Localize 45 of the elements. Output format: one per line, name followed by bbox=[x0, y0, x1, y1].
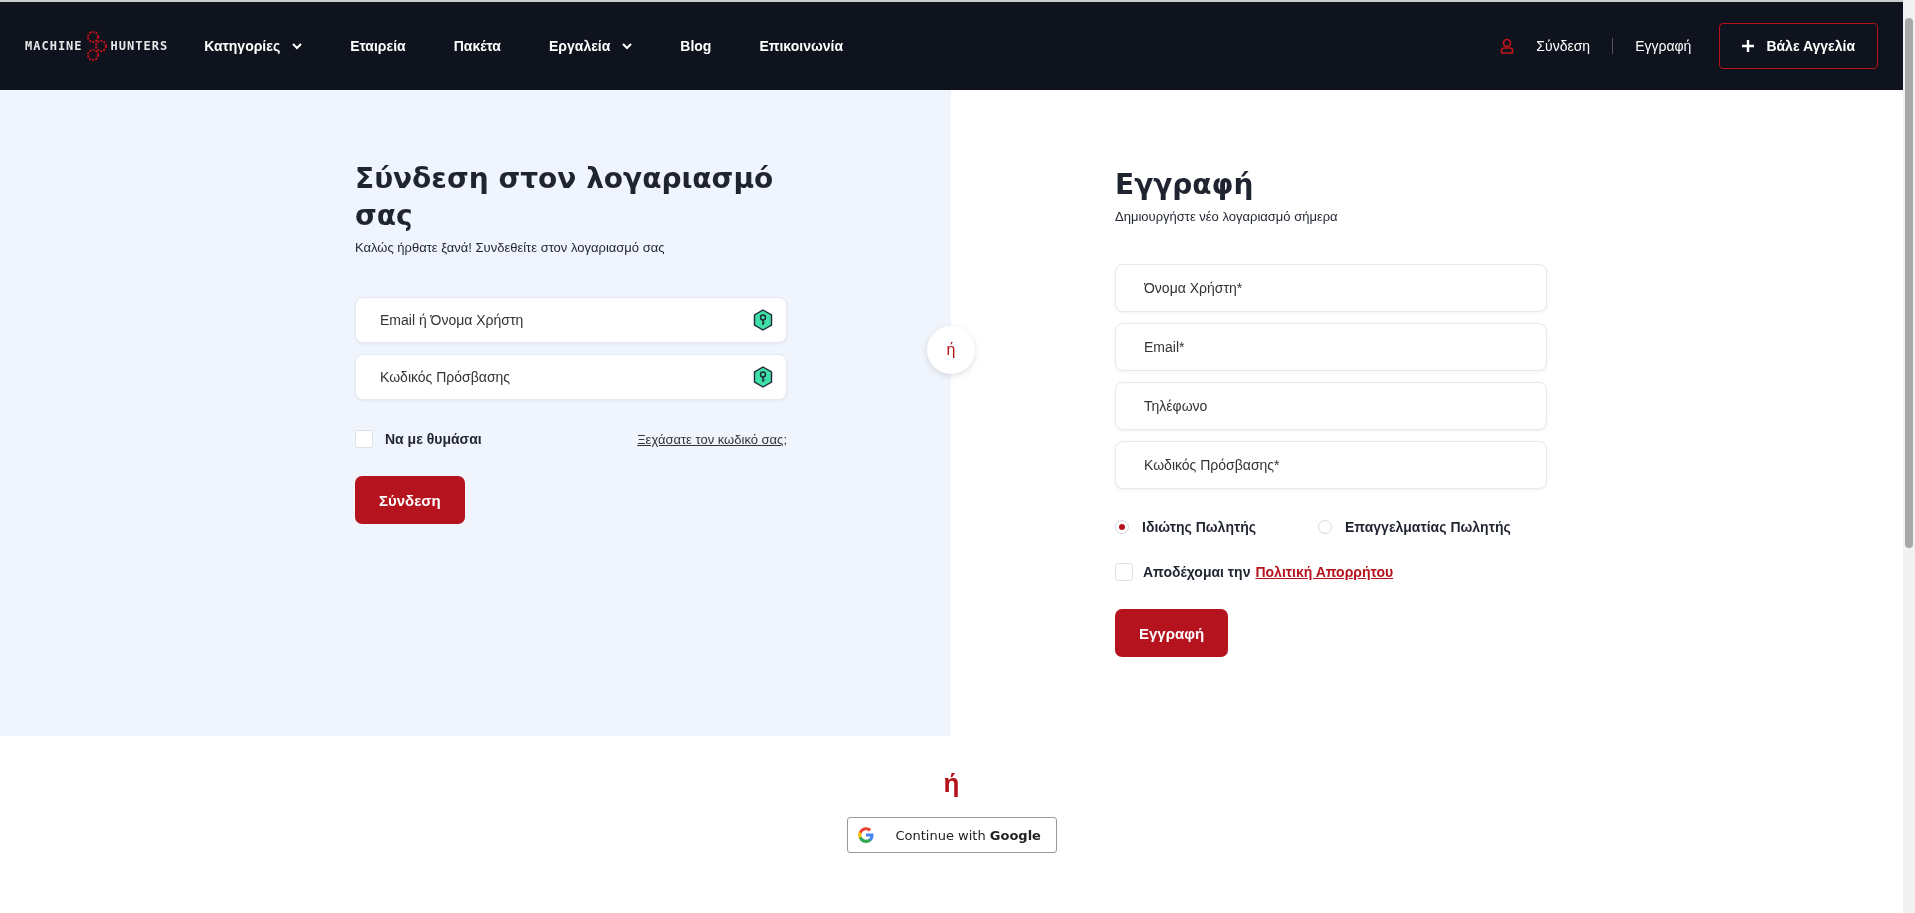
login-button[interactable]: Σύνδεση bbox=[355, 476, 465, 524]
key-icon bbox=[753, 366, 773, 388]
checkbox[interactable] bbox=[355, 430, 373, 448]
nav-link[interactable]: Εταιρεία bbox=[350, 38, 406, 54]
input-field[interactable]: Email ή Όνομα Χρήστη bbox=[355, 297, 787, 343]
chevron-down-icon bbox=[622, 42, 633, 50]
checkbox[interactable] bbox=[1115, 563, 1133, 581]
input-field[interactable]: Κωδικός Πρόσβασης bbox=[355, 354, 787, 400]
gears-icon bbox=[85, 30, 108, 62]
scrollbar[interactable] bbox=[1903, 0, 1915, 913]
plus-icon bbox=[1742, 40, 1755, 52]
input-field[interactable]: Όνομα Χρήστη* bbox=[1115, 264, 1547, 312]
register-title: Εγγραφή bbox=[1115, 167, 1255, 203]
nav-link[interactable]: Κατηγορίες bbox=[204, 38, 303, 54]
google-sign-in-button[interactable]: Continue with Google bbox=[846, 817, 1057, 853]
logo-text[interactable]: MACHINE bbox=[25, 39, 83, 53]
register-button[interactable]: Εγγραφή bbox=[1115, 609, 1229, 657]
login-subtitle: Καλώς ήρθατε ξανά! Συνδεθείτε στον λογαριασμό σας bbox=[355, 240, 666, 255]
post-ad-button[interactable]: Βάλε Αγγελία bbox=[1719, 23, 1878, 69]
key-icon bbox=[753, 309, 773, 331]
google-icon bbox=[857, 827, 874, 843]
or-text: ή bbox=[943, 768, 960, 799]
radio-button[interactable] bbox=[1318, 520, 1333, 534]
input-field[interactable]: Τηλέφωνο bbox=[1115, 382, 1547, 430]
nav-link[interactable]: Επικοινωνία bbox=[759, 38, 844, 54]
or-badge: ή bbox=[927, 326, 975, 374]
login-link[interactable]: Σύνδεση bbox=[1514, 38, 1613, 54]
radio-button[interactable] bbox=[1115, 520, 1129, 534]
register-subtitle: Δημιουργήστε νέο λογαριασμό σήμερα bbox=[1115, 209, 1339, 224]
chevron-down-icon bbox=[292, 42, 303, 50]
radio-label: Επαγγελματίας Πωλητής bbox=[1345, 519, 1511, 535]
login-title: Σύνδεση στον λογαριασμό σας bbox=[355, 161, 775, 234]
input-field[interactable]: Email* bbox=[1115, 323, 1547, 371]
nav-link[interactable]: Πακέτα bbox=[453, 38, 501, 54]
terms-label: Αποδέχομαι την bbox=[1143, 564, 1251, 580]
input-field[interactable]: Κωδικός Πρόσβασης* bbox=[1115, 441, 1547, 489]
user-icon[interactable] bbox=[1500, 38, 1515, 54]
logo-text[interactable]: HUNTERS bbox=[110, 39, 169, 53]
nav-link[interactable]: Εργαλεία bbox=[549, 38, 633, 54]
privacy-policy-link[interactable]: Πολιτική Απορρήτου bbox=[1255, 564, 1394, 580]
remember-label: Να με θυμάσαι bbox=[385, 431, 482, 447]
nav-link[interactable]: Blog bbox=[680, 38, 712, 54]
radio-label: Ιδιώτης Πωλητής bbox=[1142, 519, 1257, 535]
forgot-password-link[interactable]: Ξεχάσατε τον κωδικό σας; bbox=[637, 431, 787, 447]
register-link[interactable]: Εγγραφή bbox=[1613, 38, 1714, 54]
